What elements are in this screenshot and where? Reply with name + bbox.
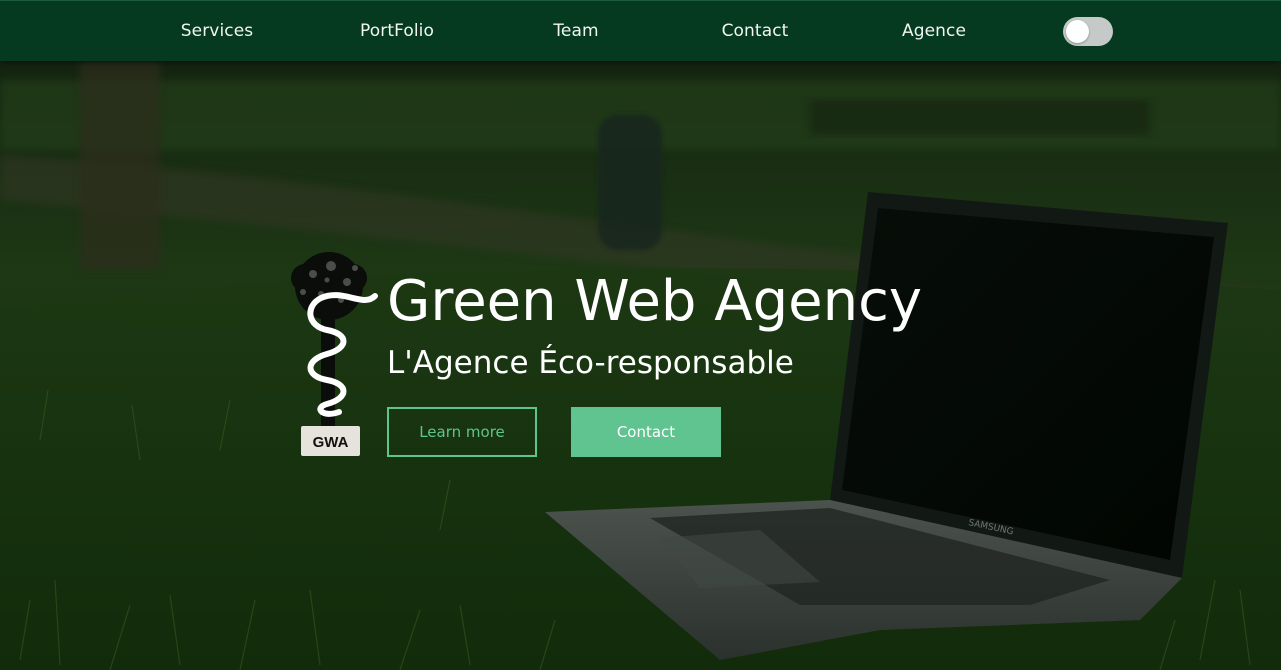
gwa-logo: GWA	[291, 252, 378, 456]
hero-subtitle: L'Agence Éco-responsable	[387, 345, 794, 381]
toggle-knob	[1066, 20, 1089, 43]
nav-link-contact[interactable]: Contact	[700, 1, 810, 61]
hero-title: Green Web Agency	[387, 269, 923, 334]
nav-link-team[interactable]: Team	[521, 1, 631, 61]
theme-toggle-switch[interactable]	[1063, 17, 1113, 46]
logo-label: GWA	[313, 434, 349, 451]
top-navbar: Services PortFolio Team Contact Agence	[0, 0, 1281, 61]
learn-more-button[interactable]: Learn more	[387, 407, 537, 457]
nav-link-agence[interactable]: Agence	[879, 1, 989, 61]
nav-link-portfolio[interactable]: PortFolio	[342, 1, 452, 61]
contact-button[interactable]: Contact	[571, 407, 721, 457]
nav-link-services[interactable]: Services	[162, 1, 272, 61]
